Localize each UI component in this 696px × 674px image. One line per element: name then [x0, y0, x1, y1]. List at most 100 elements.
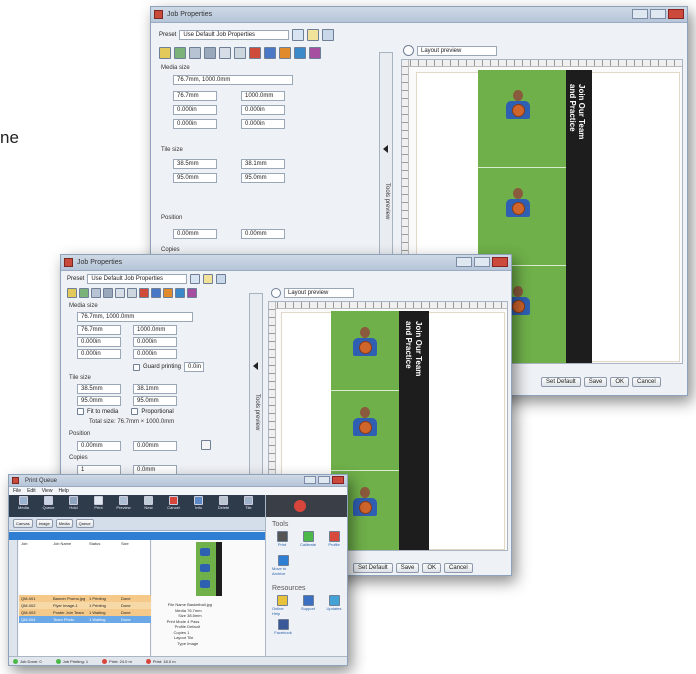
media-height-field[interactable]: 1000.0mm [133, 325, 177, 335]
preview-mode-select[interactable]: Layout preview [284, 288, 354, 298]
titlebar[interactable]: Job Properties [61, 255, 511, 271]
grid-icon[interactable] [103, 288, 113, 298]
media-width-field[interactable]: 76.7mm [77, 325, 121, 335]
table-row[interactable]: QM-002 Flyer Image-1 1 Printing Done [19, 602, 151, 609]
resource-facebook[interactable]: Facebook [272, 619, 294, 635]
position-y-field[interactable]: 0.00mm [241, 229, 285, 239]
cancel-button[interactable]: Cancel [444, 563, 473, 573]
close-button[interactable] [332, 476, 344, 484]
menu-view[interactable]: View [42, 488, 53, 494]
tab-canvas[interactable]: Canvas [13, 519, 33, 528]
proportional-checkbox[interactable] [131, 408, 139, 415]
profile-icon[interactable] [151, 288, 161, 298]
media-size-select[interactable]: 76.7mm, 1000.0mm [77, 312, 193, 322]
toolbar-nest[interactable]: Nest [138, 496, 159, 510]
save-preset-icon[interactable] [190, 274, 201, 284]
toolbar-media[interactable]: Media [13, 496, 34, 510]
tile-height-field[interactable]: 38.1mm [241, 159, 285, 169]
tile-scale-y-field[interactable]: 95.0mm [241, 173, 285, 183]
image-icon[interactable] [174, 47, 186, 59]
color-icon[interactable] [139, 288, 149, 298]
tile-scale-x-field[interactable]: 95.0mm [77, 396, 121, 406]
table-row[interactable]: QM-004 Team Photo 1 Waiting Done [19, 616, 151, 623]
tool-archive[interactable]: Move to Archive [272, 555, 294, 576]
tile-width-field[interactable]: 38.5mm [173, 159, 217, 169]
titlebar[interactable]: Job Properties [151, 7, 687, 23]
layout-icon[interactable] [159, 47, 171, 59]
cut-icon[interactable] [294, 47, 306, 59]
vertical-tab-strip[interactable] [9, 540, 18, 656]
cancel-button[interactable]: Cancel [632, 377, 661, 387]
col-size[interactable]: Size [121, 541, 149, 546]
preview-mode-select[interactable]: Layout preview [417, 45, 497, 56]
mark-icon[interactable] [309, 47, 321, 59]
toolbar-preview[interactable]: Preview [113, 496, 134, 510]
maximize-button[interactable] [474, 257, 490, 267]
toolbar-info[interactable]: Info [188, 496, 209, 510]
table-row[interactable]: QM-001 Banner Promo.jpg 1 Printing Done [19, 595, 151, 602]
profile-icon[interactable] [264, 47, 276, 59]
margin-top-field[interactable]: 0.000in [77, 349, 121, 359]
guard-checkbox[interactable] [133, 363, 140, 371]
effects-icon[interactable] [163, 288, 173, 298]
toolbar-delete[interactable]: Delete [213, 496, 234, 510]
color-icon[interactable] [249, 47, 261, 59]
toolbar-print[interactable]: Print [88, 496, 109, 510]
toolbar-tile[interactable]: Tile [238, 496, 259, 510]
save-button[interactable]: Save [583, 377, 608, 387]
media-icon[interactable] [127, 288, 137, 298]
col-status[interactable]: Status [89, 541, 121, 546]
tile-width-field[interactable]: 38.5mm [77, 384, 121, 394]
resource-help[interactable]: Online Help [272, 595, 292, 616]
tile-scale-x-field[interactable]: 95.0mm [173, 173, 217, 183]
delete-preset-icon[interactable] [216, 274, 227, 284]
table-row[interactable]: QM-003 Poster Join Team 1 Waiting Done [19, 609, 151, 616]
position-x-field[interactable]: 0.00mm [173, 229, 217, 239]
tab-queue[interactable]: Queue [75, 519, 94, 528]
margin-bottom-field[interactable]: 0.000in [241, 119, 285, 129]
tool-profile[interactable]: Profile [324, 531, 344, 547]
margin-left-field[interactable]: 0.000in [173, 105, 217, 115]
position-x-field[interactable]: 0.00mm [77, 441, 121, 451]
maximize-button[interactable] [650, 9, 666, 19]
titlebar[interactable]: Print Queue [9, 475, 347, 487]
media-size-select[interactable]: 76.7mm, 1000.0mm [173, 75, 293, 85]
tile-scale-y-field[interactable]: 95.0mm [133, 396, 177, 406]
minimize-button[interactable] [632, 9, 648, 19]
toolbar-hold[interactable]: Hold [63, 496, 84, 510]
maximize-button[interactable] [318, 476, 330, 484]
margin-bottom-field[interactable]: 0.000in [133, 349, 177, 359]
image-icon[interactable] [79, 288, 89, 298]
guard-value-field[interactable]: 0.0in [184, 362, 205, 372]
mark-icon[interactable] [187, 288, 197, 298]
tool-print[interactable]: Print [272, 531, 292, 547]
minimize-button[interactable] [456, 257, 472, 267]
toolbar-queue[interactable]: Queue [38, 496, 59, 510]
ok-button[interactable]: OK [610, 377, 630, 387]
menu-file[interactable]: File [13, 488, 21, 494]
delete-preset-icon[interactable] [322, 29, 335, 41]
layout-icon[interactable] [67, 288, 77, 298]
tool-calibrate[interactable]: Calibrate [298, 531, 318, 547]
margin-left-field[interactable]: 0.000in [77, 337, 121, 347]
tab-media[interactable]: Media [55, 519, 73, 528]
preset-select[interactable]: Use Default Job Properties [179, 30, 290, 40]
margin-right-field[interactable]: 0.000in [133, 337, 177, 347]
close-button[interactable] [668, 9, 684, 19]
col-job[interactable]: Job [21, 541, 53, 546]
preset-select[interactable]: Use Default Job Properties [87, 274, 188, 284]
media-icon[interactable] [234, 47, 246, 59]
media-width-field[interactable]: 76.7mm [173, 91, 217, 101]
save-preset-icon[interactable] [292, 29, 305, 41]
fit-checkbox[interactable] [77, 408, 84, 415]
load-preset-icon[interactable] [307, 29, 320, 41]
close-button[interactable] [492, 257, 508, 267]
tile-icon[interactable] [91, 288, 101, 298]
page-icon[interactable] [219, 47, 231, 59]
tile-height-field[interactable]: 38.1mm [133, 384, 177, 394]
menu-help[interactable]: Help [58, 488, 68, 494]
effects-icon[interactable] [279, 47, 291, 59]
position-y-field[interactable]: 0.00mm [133, 441, 177, 451]
cut-icon[interactable] [175, 288, 185, 298]
grid-icon[interactable] [204, 47, 216, 59]
